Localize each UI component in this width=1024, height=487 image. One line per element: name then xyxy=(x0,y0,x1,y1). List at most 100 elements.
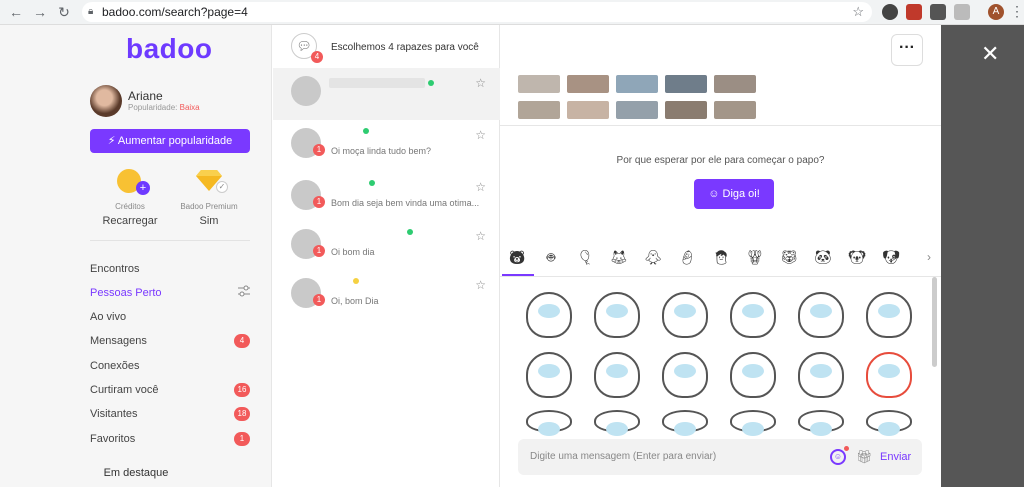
sticker-item[interactable] xyxy=(594,292,640,338)
sticker-item[interactable] xyxy=(798,292,844,338)
sidebar-item-encounters[interactable]: Encontros xyxy=(90,263,140,275)
popularity-caption: Popularidade: xyxy=(128,103,178,112)
profile-photo-thumbnail[interactable] xyxy=(665,101,707,119)
favorite-star-icon[interactable]: ☆ xyxy=(475,229,486,243)
sticker-pack-icon[interactable]: 👶︎ xyxy=(676,247,698,267)
sticker-item[interactable] xyxy=(662,292,708,338)
back-icon[interactable]: ← xyxy=(8,4,24,20)
more-options-button[interactable]: ··· xyxy=(891,34,923,66)
qr-extension-icon[interactable] xyxy=(930,4,946,20)
featured-section-title[interactable]: Em destaque xyxy=(0,467,272,479)
popularity-label: Popularidade: Baixa xyxy=(128,103,200,112)
sticker-pack-icon[interactable]: 🎈︎ xyxy=(574,247,596,267)
list-item[interactable]: 1 Oi moça linda tudo bem? ☆ xyxy=(273,120,500,172)
sticker-item[interactable] xyxy=(730,352,776,398)
avatar[interactable] xyxy=(90,85,122,117)
sticker-item[interactable] xyxy=(662,410,708,436)
profile-photo-thumbnail[interactable] xyxy=(567,101,609,119)
sticker-item[interactable] xyxy=(730,292,776,338)
profile-photo-thumbnail[interactable] xyxy=(665,75,707,93)
boost-label: Aumentar popularidade xyxy=(117,135,233,147)
sticker-item[interactable] xyxy=(866,410,912,436)
profile-photo-thumbnail[interactable] xyxy=(714,101,756,119)
premium-status[interactable]: Sim xyxy=(169,215,249,227)
divider xyxy=(500,125,941,126)
extension-icon[interactable] xyxy=(882,4,898,20)
sticker-pack-icon[interactable]: 🐥︎ xyxy=(642,247,664,267)
sticker-pack-icon[interactable]: 🐼︎ xyxy=(812,247,834,267)
profile-photo-thumbnail[interactable] xyxy=(518,75,560,93)
favorite-star-icon[interactable]: ☆ xyxy=(475,278,486,292)
sticker-pack-icon[interactable]: 🦞︎ xyxy=(744,247,766,267)
sticker-item[interactable] xyxy=(866,292,912,338)
favorite-star-icon[interactable]: ☆ xyxy=(475,128,486,142)
forward-icon[interactable]: → xyxy=(32,4,48,20)
profile-photo-thumbnail[interactable] xyxy=(567,75,609,93)
sticker-pack-yeti-icon[interactable]: 🐻︎ xyxy=(506,247,528,267)
address-bar[interactable]: 🔒︎ badoo.com/search?page=4 ☆ xyxy=(82,2,872,22)
favorite-star-icon[interactable]: ☆ xyxy=(475,180,486,194)
sticker-item[interactable] xyxy=(526,292,572,338)
profile-photo-thumbnail[interactable] xyxy=(518,101,560,119)
chat-panel: ··· Por que esperar por ele para começar… xyxy=(500,25,941,487)
sidebar-item-live[interactable]: Ao vivo xyxy=(90,311,126,323)
gift-icon[interactable]: 🎁︎ xyxy=(856,449,873,465)
unread-badge: 1 xyxy=(313,144,325,156)
sticker-pack-icon[interactable]: 🐶︎ xyxy=(880,247,902,267)
profile-photo-thumbnail[interactable] xyxy=(616,101,658,119)
sticker-item[interactable] xyxy=(866,352,912,398)
sticker-pack-tabs: 🐻︎ 🤖︎ 🎈︎ 🦊︎ 🐥︎ 👶︎ 🧒︎ 🦞︎ 🐯︎ 🐼︎ 🐨︎ 🐶︎ › xyxy=(500,239,941,277)
reload-icon[interactable]: ↻ xyxy=(56,4,72,20)
conversation-list: 💬︎ 4 Escolhemos 4 rapazes para você ☆ 1 … xyxy=(273,25,500,487)
profile-photo-thumbnail[interactable] xyxy=(714,75,756,93)
sticker-scrollbar[interactable] xyxy=(932,277,937,367)
credits-recharge-link[interactable]: Recarregar xyxy=(90,215,170,227)
send-button[interactable]: Enviar xyxy=(880,439,911,475)
suggestion-text[interactable]: Escolhemos 4 rapazes para você xyxy=(331,42,479,53)
say-hi-button[interactable]: ☺︎ Diga oi! xyxy=(694,179,774,209)
message-input[interactable]: Digite uma mensagem (Enter para enviar) xyxy=(530,439,716,475)
sidebar-item-connections[interactable]: Conexões xyxy=(90,360,140,372)
sticker-pack-icon[interactable]: 🦊︎ xyxy=(608,247,630,267)
profile-photo-thumbnail[interactable] xyxy=(616,75,658,93)
extension-icon[interactable] xyxy=(954,4,970,20)
filter-sliders-icon[interactable] xyxy=(238,285,250,297)
favorite-star-icon[interactable]: ☆ xyxy=(475,76,486,90)
sidebar-item-people-nearby[interactable]: Pessoas Perto xyxy=(90,287,162,299)
browser-menu-icon[interactable]: ⋮ xyxy=(1010,3,1024,20)
popularity-value: Baixa xyxy=(179,103,200,112)
unread-badge: 1 xyxy=(313,196,325,208)
close-icon[interactable]: ✕ xyxy=(981,43,999,65)
emoji-icon[interactable]: ☺︎ xyxy=(830,449,846,465)
sidebar-item-visitors[interactable]: Visitantes xyxy=(90,408,138,420)
sticker-item[interactable] xyxy=(798,410,844,436)
sticker-pack-icon[interactable]: 🐨︎ xyxy=(846,247,868,267)
list-item[interactable]: ☆ xyxy=(273,68,500,120)
sticker-item[interactable] xyxy=(594,410,640,436)
list-item[interactable]: 1 Bom dia seja bem vinda uma otima... ☆ xyxy=(273,172,500,224)
pdf-extension-icon[interactable] xyxy=(906,4,922,20)
list-item[interactable]: 1 Oi bom dia ☆ xyxy=(273,221,500,273)
sticker-pack-icon[interactable]: 🐯︎ xyxy=(778,247,800,267)
sidebar-item-liked-you[interactable]: Curtiram você xyxy=(90,384,158,396)
sticker-item[interactable] xyxy=(730,410,776,436)
add-credits-icon[interactable]: + xyxy=(136,181,150,195)
user-name[interactable]: Ariane xyxy=(128,89,163,103)
sidebar-item-favorites[interactable]: Favoritos xyxy=(90,433,135,445)
browser-profile-avatar[interactable]: A xyxy=(988,4,1004,20)
list-item[interactable]: 1 Oi, bom Dia ☆ xyxy=(273,270,500,322)
sticker-item[interactable] xyxy=(662,352,708,398)
bookmark-star-icon[interactable]: ☆ xyxy=(852,2,864,22)
chevron-right-icon[interactable]: › xyxy=(927,250,931,264)
sidebar-item-messages[interactable]: Mensagens xyxy=(90,335,147,347)
badoo-logo[interactable]: badoo xyxy=(126,33,213,65)
sticker-item[interactable] xyxy=(526,352,572,398)
sticker-item[interactable] xyxy=(798,352,844,398)
lightning-icon: ⚡︎ xyxy=(107,135,118,147)
boost-popularity-button[interactable]: ⚡︎ Aumentar popularidade xyxy=(90,129,250,153)
sticker-item[interactable] xyxy=(594,352,640,398)
sticker-item[interactable] xyxy=(526,410,572,436)
sticker-pack-icon[interactable]: 🧒︎ xyxy=(710,247,732,267)
sticker-pack-icon[interactable]: 🤖︎ xyxy=(540,247,562,267)
say-hi-label: Diga oi! xyxy=(722,188,760,200)
